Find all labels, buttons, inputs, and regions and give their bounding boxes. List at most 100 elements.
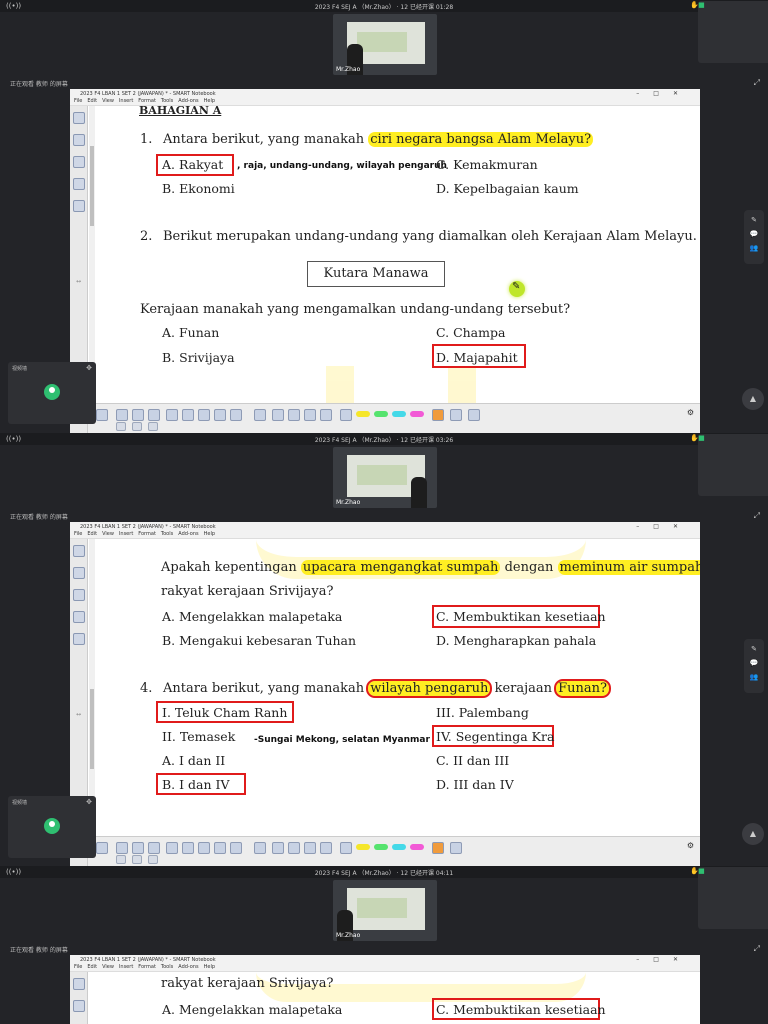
color-palette-icon[interactable] xyxy=(432,842,444,854)
document-camera-icon[interactable] xyxy=(230,409,242,421)
menu-edit[interactable]: Edit xyxy=(87,98,97,104)
menu-format[interactable]: Format xyxy=(138,98,156,104)
menu-help[interactable]: Help xyxy=(204,531,215,537)
speaker-video[interactable]: Mr.Zhao xyxy=(333,14,437,75)
yellow-pen-icon[interactable] xyxy=(356,411,370,417)
whiteboard-icon[interactable]: ▲ xyxy=(742,823,764,845)
save-icon[interactable] xyxy=(148,422,158,431)
redo-icon[interactable] xyxy=(132,409,144,421)
scroll-thumb[interactable] xyxy=(90,146,94,226)
pink-pen-icon[interactable] xyxy=(410,844,424,850)
menu-help[interactable]: Help xyxy=(204,964,215,970)
minimize-icon[interactable]: – xyxy=(636,90,653,97)
select-icon[interactable] xyxy=(254,409,266,421)
open-icon[interactable] xyxy=(148,842,160,854)
gallery-icon[interactable] xyxy=(72,567,85,579)
menu-insert[interactable]: Insert xyxy=(119,98,133,104)
menu-view[interactable]: View xyxy=(102,531,114,537)
display-icon[interactable] xyxy=(214,842,226,854)
self-camera-tile[interactable]: 视频墙 ✥ xyxy=(8,796,96,858)
edit-icon[interactable]: ✎ xyxy=(744,216,764,224)
attachments-icon[interactable] xyxy=(72,156,85,168)
page-sorter-icon[interactable] xyxy=(72,112,85,124)
gallery-icon[interactable] xyxy=(72,134,85,146)
undo-icon[interactable] xyxy=(116,409,128,421)
attachments-icon[interactable] xyxy=(72,589,85,601)
fullscreen-icon[interactable]: ⤢ xyxy=(754,944,760,954)
scroll-thumb[interactable] xyxy=(90,689,94,769)
cyan-pen-icon[interactable] xyxy=(392,844,406,850)
vertical-scrollbar[interactable] xyxy=(89,106,95,403)
document-camera-icon[interactable] xyxy=(230,842,242,854)
self-camera-tile[interactable]: 视频墙 ✥ xyxy=(8,362,96,424)
line-style-icon[interactable] xyxy=(450,409,462,421)
shapes-icon[interactable] xyxy=(304,842,316,854)
fullscreen-icon[interactable]: ⤢ xyxy=(754,511,760,521)
maximize-icon[interactable]: □ xyxy=(653,523,673,530)
minimize-icon[interactable]: – xyxy=(636,523,653,530)
menu-file[interactable]: File xyxy=(74,531,82,537)
maximize-icon[interactable]: □ xyxy=(653,90,673,97)
fullscreen-icon[interactable]: ⤢ xyxy=(754,78,760,88)
menu-view[interactable]: View xyxy=(102,964,114,970)
move-icon[interactable]: ✥ xyxy=(86,798,92,806)
minimize-icon[interactable]: – xyxy=(636,956,653,963)
edit-icon[interactable]: ✎ xyxy=(744,645,764,653)
tag-icon[interactable] xyxy=(468,409,480,421)
highlighter-icon[interactable] xyxy=(340,409,352,421)
menu-file[interactable]: File xyxy=(74,964,82,970)
move-icon[interactable]: ✥ xyxy=(86,364,92,372)
page-sorter-icon[interactable] xyxy=(72,978,85,990)
close-icon[interactable]: ✕ xyxy=(673,523,692,530)
line-style-icon[interactable] xyxy=(450,842,462,854)
menu-insert[interactable]: Insert xyxy=(119,964,133,970)
redo-icon[interactable] xyxy=(132,842,144,854)
cyan-pen-icon[interactable] xyxy=(392,411,406,417)
eraser-icon[interactable] xyxy=(288,409,300,421)
camera-icon[interactable]: ■ xyxy=(698,434,768,496)
camera-icon[interactable]: ■ xyxy=(698,1,768,63)
addons-icon[interactable] xyxy=(72,200,85,212)
save-icon[interactable] xyxy=(148,855,158,864)
properties-icon[interactable] xyxy=(72,178,85,190)
pen-tool-icon[interactable] xyxy=(272,409,284,421)
fill-icon[interactable] xyxy=(320,842,332,854)
chat-icon[interactable]: 💬 xyxy=(744,230,764,238)
next-page-icon[interactable] xyxy=(96,842,108,854)
close-icon[interactable]: ✕ xyxy=(673,956,692,963)
menu-edit[interactable]: Edit xyxy=(87,964,97,970)
yellow-pen-icon[interactable] xyxy=(356,844,370,850)
camera-icon[interactable]: ■ xyxy=(698,867,768,929)
page-sorter-icon[interactable] xyxy=(72,545,85,557)
close-icon[interactable]: ✕ xyxy=(673,90,692,97)
eraser-icon[interactable] xyxy=(288,842,300,854)
table-icon[interactable] xyxy=(182,409,194,421)
properties-icon[interactable] xyxy=(72,611,85,623)
shapes-icon[interactable] xyxy=(304,409,316,421)
open-icon[interactable] xyxy=(148,409,160,421)
add-page-icon[interactable] xyxy=(116,422,126,431)
display-icon[interactable] xyxy=(214,409,226,421)
fill-icon[interactable] xyxy=(320,409,332,421)
menu-view[interactable]: View xyxy=(102,98,114,104)
capture-icon[interactable] xyxy=(198,409,210,421)
add-page-icon[interactable] xyxy=(116,855,126,864)
next-page-icon[interactable] xyxy=(96,409,108,421)
menu-addons[interactable]: Add-ons xyxy=(178,531,198,537)
delete-page-icon[interactable] xyxy=(132,855,142,864)
undo-icon[interactable] xyxy=(116,842,128,854)
menu-tools[interactable]: Tools xyxy=(161,531,173,537)
pink-pen-icon[interactable] xyxy=(410,411,424,417)
green-pen-icon[interactable] xyxy=(374,411,388,417)
menu-tools[interactable]: Tools xyxy=(161,98,173,104)
color-palette-icon[interactable] xyxy=(432,409,444,421)
members-icon[interactable]: 👥 xyxy=(744,244,764,252)
speaker-video[interactable]: Mr.Zhao xyxy=(333,880,437,941)
menu-insert[interactable]: Insert xyxy=(119,531,133,537)
menu-format[interactable]: Format xyxy=(138,531,156,537)
capture-icon[interactable] xyxy=(198,842,210,854)
green-pen-icon[interactable] xyxy=(374,844,388,850)
menu-addons[interactable]: Add-ons xyxy=(178,98,198,104)
menu-format[interactable]: Format xyxy=(138,964,156,970)
settings-icon[interactable]: ⚙ xyxy=(687,841,694,850)
